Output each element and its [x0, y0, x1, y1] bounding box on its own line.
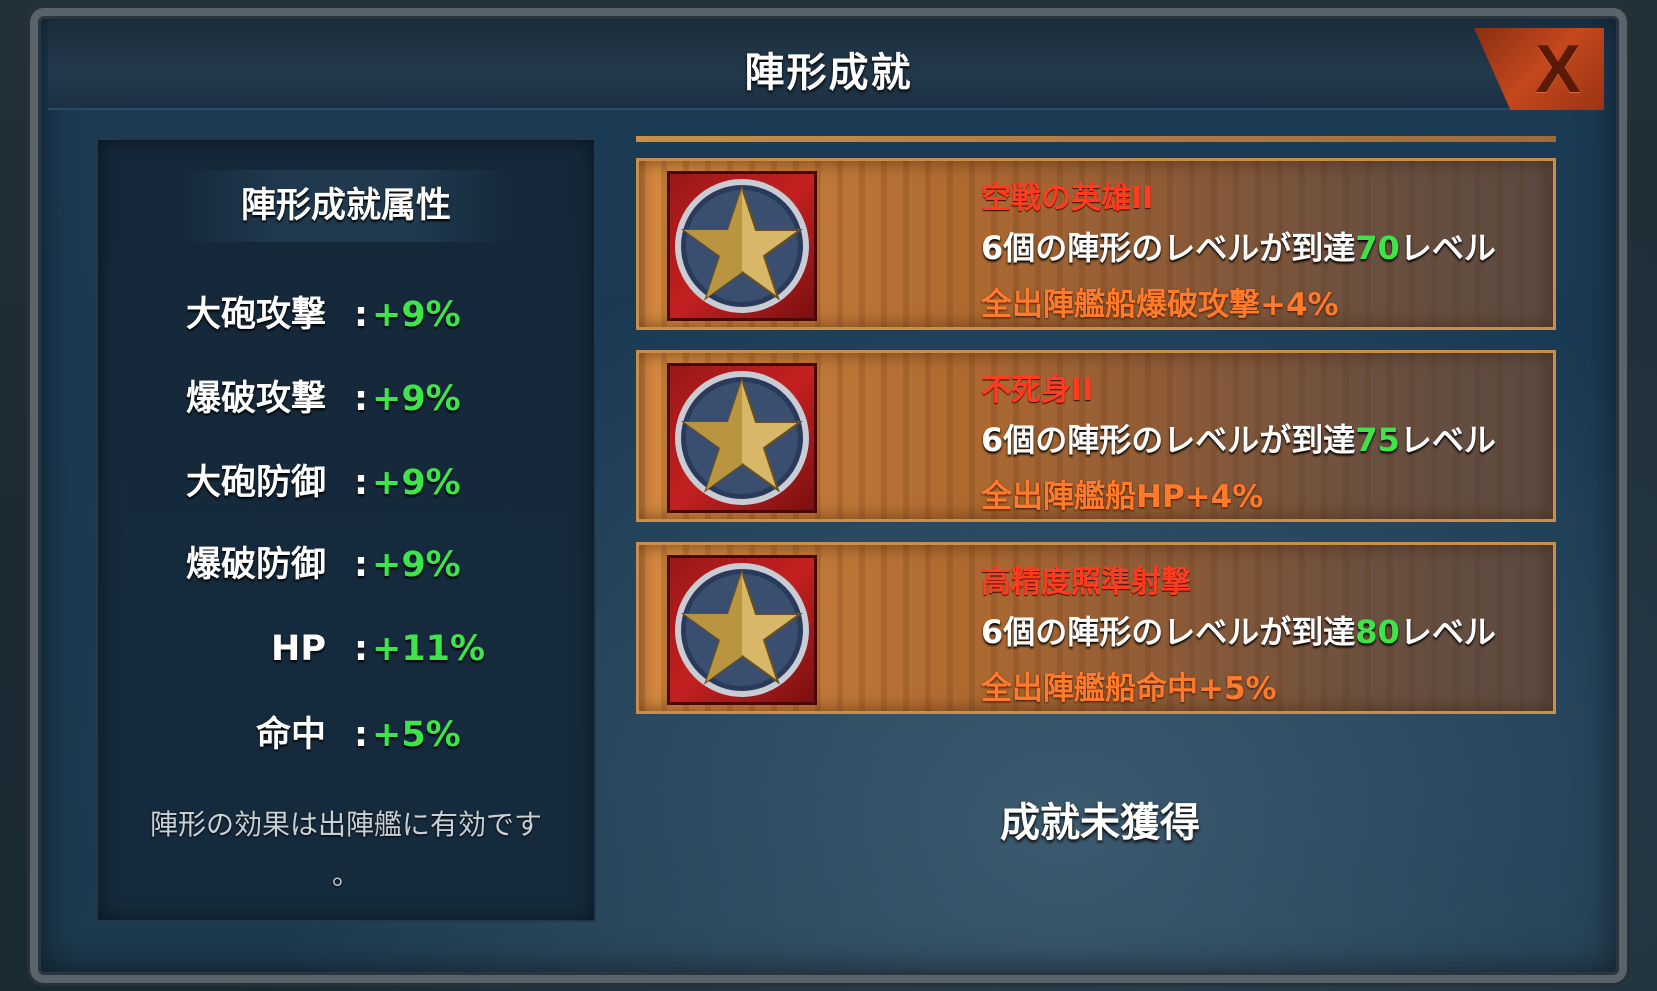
stat-value: +11%: [372, 629, 486, 669]
achievement-reward: 全出陣艦船命中+5%: [981, 671, 1277, 707]
list-top-edge: [636, 136, 1556, 142]
achievement-name: 不死身II: [981, 373, 1094, 408]
condition-prefix: 6個の陣形のレベルが到達: [981, 421, 1356, 459]
stat-colon: :: [354, 629, 368, 669]
stat-label: 大砲攻撃: [185, 295, 326, 335]
attributes-panel: 陣形成就属性 大砲攻撃 : +9% 爆破攻撃 : +9% 大砲防御 : +9% …: [96, 138, 596, 922]
stat-row: 大砲攻撃 : +9%: [98, 290, 594, 340]
stat-row: 大砲防御 : +9%: [98, 458, 594, 508]
condition-suffix: レベル: [1399, 613, 1496, 651]
stat-value: +5%: [372, 715, 461, 755]
stat-label: 爆破攻撃: [185, 379, 326, 419]
star-medal-icon: [667, 555, 817, 705]
formation-note-line2: 。: [331, 858, 360, 891]
condition-prefix: 6個の陣形のレベルが到達: [981, 613, 1356, 651]
condition-suffix: レベル: [1399, 229, 1496, 267]
stat-row: 爆破攻撃 : +9%: [98, 374, 594, 424]
achievement-condition: 6個の陣形のレベルが到達75レベル: [981, 415, 1496, 461]
condition-level: 70: [1355, 229, 1400, 267]
stat-colon: :: [354, 715, 368, 755]
formation-note: 陣形の効果は出陣艦に有効です 。: [116, 800, 576, 900]
stat-label: HP: [271, 629, 326, 669]
achievement-reward: 全出陣艦船爆破攻撃+4%: [981, 287, 1339, 323]
stat-row: HP : +11%: [98, 624, 594, 674]
achievement-reward: 全出陣艦船HP+4%: [981, 479, 1264, 515]
achievement-card[interactable]: 高精度照準射撃 6個の陣形のレベルが到達80レベル 全出陣艦船命中+5%: [636, 542, 1556, 714]
stat-row: 命中 : +5%: [98, 710, 594, 760]
condition-level: 75: [1355, 421, 1400, 459]
stat-value: +9%: [372, 463, 461, 503]
condition-prefix: 6個の陣形のレベルが到達: [981, 229, 1356, 267]
stat-label: 大砲防御: [185, 463, 326, 503]
stat-value: +9%: [372, 295, 461, 335]
achievement-status: 成就未獲得: [1000, 800, 1200, 846]
formation-note-line1: 陣形の効果は出陣艦に有効です: [149, 808, 542, 841]
condition-level: 80: [1355, 613, 1400, 651]
stat-value: +9%: [372, 379, 461, 419]
condition-suffix: レベル: [1399, 421, 1496, 459]
stat-value: +9%: [372, 545, 461, 585]
stat-label: 爆破防御: [185, 545, 326, 585]
achievement-name: 高精度照準射撃: [981, 565, 1191, 600]
stat-colon: :: [354, 545, 368, 585]
star-medal-icon: [667, 363, 817, 513]
stat-colon: :: [354, 379, 368, 419]
star-medal-icon: [667, 171, 817, 321]
stat-colon: :: [354, 463, 368, 503]
achievement-card[interactable]: 空戦の英雄II 6個の陣形のレベルが到達70レベル 全出陣艦船爆破攻撃+4%: [636, 158, 1556, 330]
achievement-card[interactable]: 不死身II 6個の陣形のレベルが到達75レベル 全出陣艦船HP+4%: [636, 350, 1556, 522]
stat-label: 命中: [255, 715, 326, 755]
achievement-name: 空戦の英雄II: [981, 181, 1154, 216]
attributes-heading: 陣形成就属性: [178, 170, 514, 242]
dialog-title: 陣形成就: [744, 50, 913, 96]
achievement-condition: 6個の陣形のレベルが到達70レベル: [981, 223, 1496, 269]
stat-colon: :: [354, 295, 368, 335]
achievement-condition: 6個の陣形のレベルが到達80レベル: [981, 607, 1496, 653]
stat-row: 爆破防御 : +9%: [98, 540, 594, 590]
